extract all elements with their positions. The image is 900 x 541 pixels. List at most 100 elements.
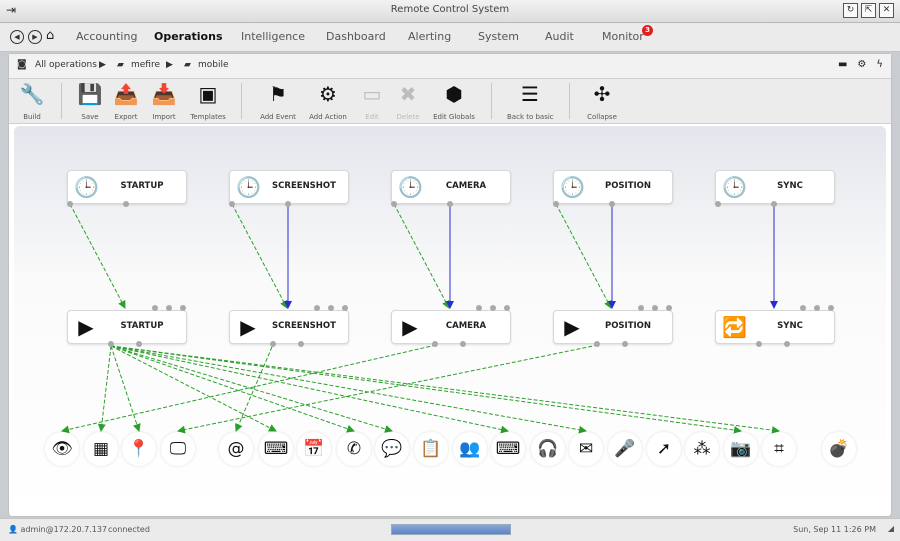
connector-dot[interactable] [609,201,615,207]
module-microphone-icon[interactable]: 🎤 [608,432,642,466]
close-icon[interactable]: ✕ [879,3,894,18]
templates-button[interactable]: ▣ Templates [185,81,231,121]
connector-dot[interactable] [504,305,510,311]
connector-dot[interactable] [342,305,348,311]
connector-dot[interactable] [298,341,304,347]
event-node-startup[interactable]: 🕒 STARTUP [67,170,187,204]
tab-monitor[interactable]: Monitor [602,30,644,43]
action-node-sync[interactable]: 🔁 SYNC [715,310,835,344]
settings-icon[interactable]: ⚙ [857,59,866,70]
action-module-link[interactable] [177,344,599,434]
module-terminal-icon[interactable]: ⌨ [259,432,293,466]
connector-dot[interactable] [391,201,397,207]
action-node-screenshot[interactable]: ▶ SCREENSHOT [229,310,349,344]
action-node-startup[interactable]: ▶ STARTUP [67,310,187,344]
module-bomb-icon[interactable]: 💣 [822,432,856,466]
event-action-link[interactable] [393,203,450,309]
event-action-link[interactable] [231,203,288,309]
connector-dot[interactable] [756,341,762,347]
build-button[interactable]: 🔧 Build [9,81,55,121]
connector-dot[interactable] [622,341,628,347]
connector-dot[interactable] [328,305,334,311]
connector-dot[interactable] [152,305,158,311]
connector-dot[interactable] [314,305,320,311]
connector-dot[interactable] [476,305,482,311]
connector-dot[interactable] [136,341,142,347]
module-chat-icon[interactable]: 💬 [375,432,409,466]
edit-globals-button[interactable]: ⬢ Edit Globals [431,81,477,121]
connector-dot[interactable] [229,201,235,207]
breadcrumb-target[interactable]: mobile [198,60,229,70]
module-headset-icon[interactable]: 🎧 [531,432,565,466]
breadcrumb-operation[interactable]: mefire [131,60,160,70]
action-node-position[interactable]: ▶ POSITION [553,310,673,344]
tab-operations[interactable]: Operations [154,30,223,43]
connector-dot[interactable] [285,201,291,207]
folder-open-icon[interactable]: ▬ [838,59,847,70]
action-module-link[interactable] [110,345,780,435]
add-action-button[interactable]: ⚙ Add Action [305,81,351,121]
delete-button[interactable]: ✖ Delete [385,81,431,121]
action-module-link[interactable] [110,345,509,434]
connector-dot[interactable] [123,201,129,207]
event-node-sync[interactable]: 🕒 SYNC [715,170,835,204]
tab-accounting[interactable]: Accounting [76,30,137,43]
collapse-button[interactable]: ✣ Collapse [579,81,625,121]
popout-icon[interactable]: ⇱ [861,3,876,18]
tab-dashboard[interactable]: Dashboard [326,30,386,43]
back-icon[interactable]: ◀ [10,30,24,44]
event-action-link[interactable] [555,203,612,309]
refresh-icon[interactable]: ↻ [843,3,858,18]
tab-audit[interactable]: Audit [545,30,574,43]
action-module-link[interactable] [110,345,742,435]
connector-dot[interactable] [594,341,600,347]
event-node-screenshot[interactable]: 🕒 SCREENSHOT [229,170,349,204]
connector-dot[interactable] [432,341,438,347]
connector-dot[interactable] [666,305,672,311]
module-map-pin-icon[interactable]: 📍 [122,432,156,466]
flash-icon[interactable]: ϟ [876,59,883,70]
module-keyboard-icon[interactable]: ⌨ [491,432,525,466]
home-icon[interactable]: ⌂ [46,28,54,43]
connector-dot[interactable] [652,305,658,311]
connector-dot[interactable] [490,305,496,311]
action-node-camera[interactable]: ▶ CAMERA [391,310,511,344]
tab-alerting[interactable]: Alerting [408,30,451,43]
connector-dot[interactable] [166,305,172,311]
module-address-book-icon[interactable]: @ [219,432,253,466]
connector-dot[interactable] [771,201,777,207]
connector-dot[interactable] [814,305,820,311]
module-url-icon[interactable]: ⌗ [762,432,796,466]
connector-dot[interactable] [784,341,790,347]
module-clipboard-icon[interactable]: 📋 [414,432,448,466]
connector-dot[interactable] [828,305,834,311]
module-chip-icon[interactable]: ▦ [84,432,118,466]
module-monitor-icon[interactable]: 🖵 [161,432,195,466]
module-contacts-icon[interactable]: 👥 [453,432,487,466]
event-node-position[interactable]: 🕒 POSITION [553,170,673,204]
import-button[interactable]: 📥 Import [141,81,187,121]
connector-dot[interactable] [270,341,276,347]
connector-dot[interactable] [715,201,721,207]
module-camera-icon[interactable]: 📷 [724,432,758,466]
connector-dot[interactable] [447,201,453,207]
breadcrumb-root[interactable]: All operations [35,60,97,70]
connector-dot[interactable] [800,305,806,311]
forward-icon[interactable]: ▶ [28,30,42,44]
event-action-link[interactable] [69,203,126,309]
module-password-icon[interactable]: ⁂ [685,432,719,466]
module-mail-icon[interactable]: ✉ [569,432,603,466]
back-to-basic-button[interactable]: ☰ Back to basic [507,81,554,121]
connector-dot[interactable] [638,305,644,311]
connector-dot[interactable] [553,201,559,207]
tab-system[interactable]: System [478,30,519,43]
tab-intelligence[interactable]: Intelligence [241,30,305,43]
add-event-button[interactable]: ⚑ Add Event [255,81,301,121]
module-calendar-icon[interactable]: 📅 [297,432,331,466]
workflow-canvas[interactable]: 🕒 STARTUP 🕒 SCREENSHOT 🕒 CAMERA 🕒 POSITION 🕒 SYNC… [14,126,886,512]
event-node-camera[interactable]: 🕒 CAMERA [391,170,511,204]
module-cursor-icon[interactable]: ➚ [647,432,681,466]
action-module-link[interactable] [110,345,355,433]
action-module-link[interactable] [235,346,273,432]
connector-dot[interactable] [67,201,73,207]
